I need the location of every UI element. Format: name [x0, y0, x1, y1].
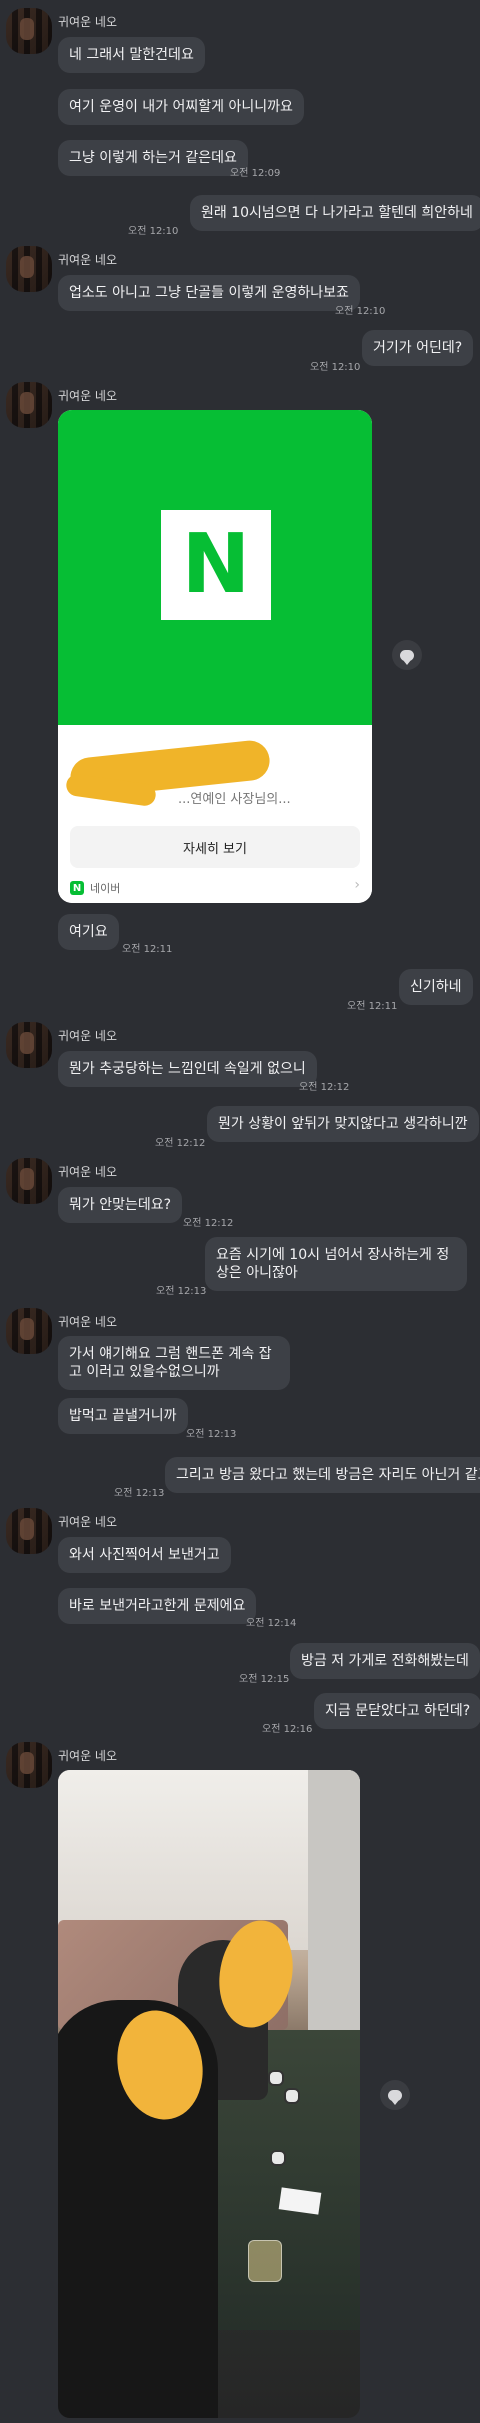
message-bubble[interactable]: 뭐가 안맞는데요? — [58, 1187, 183, 1223]
timestamp: 오전 12:10 — [310, 362, 361, 373]
naver-small-icon: N — [70, 881, 84, 895]
sender-name: 귀여운 네오 — [58, 1029, 118, 1043]
message-bubble[interactable]: 밥먹고 끝낼거니까 — [58, 1398, 188, 1434]
timestamp: 오전 12:12 — [155, 1138, 206, 1149]
photo-chip — [270, 2150, 286, 2166]
my-message-bubble[interactable]: 신기하네 — [399, 969, 473, 1005]
message-bubble[interactable]: 가서 얘기해요 그럼 핸드폰 계속 잡고 이러고 있을수없으니까 — [58, 1336, 290, 1390]
card-subtitle: ...연예인 사장님의... — [178, 792, 291, 807]
timestamp: 오전 12:11 — [122, 944, 173, 955]
message-bubble[interactable]: 와서 사진찍어서 보낸거고 — [58, 1537, 231, 1573]
contact-avatar[interactable] — [6, 1508, 52, 1554]
naver-logo-letter: N — [181, 517, 251, 612]
share-icon[interactable] — [392, 640, 422, 670]
shared-photo[interactable] — [58, 1770, 360, 2418]
sender-name: 귀여운 네오 — [58, 1165, 118, 1179]
timestamp: 오전 12:13 — [186, 1429, 237, 1440]
timestamp: 오전 12:09 — [230, 168, 281, 179]
chevron-right-icon: › — [354, 877, 360, 893]
contact-avatar[interactable] — [6, 1308, 52, 1354]
my-message-bubble[interactable]: 지금 문닫았다고 하던데? — [314, 1693, 480, 1729]
timestamp: 오전 12:16 — [262, 1724, 313, 1735]
message-bubble[interactable]: 네 그래서 말한건데요 — [58, 37, 205, 73]
sender-name: 귀여운 네오 — [58, 1749, 118, 1763]
details-button[interactable]: 자세히 보기 — [70, 826, 360, 868]
timestamp: 오전 12:14 — [246, 1618, 297, 1629]
photo-door — [308, 1770, 360, 2040]
timestamp: 오전 12:10 — [335, 306, 386, 317]
contact-avatar[interactable] — [6, 1158, 52, 1204]
contact-avatar[interactable] — [6, 8, 52, 54]
sender-name: 귀여운 네오 — [58, 15, 118, 29]
card-footer[interactable]: N 네이버 — [70, 880, 120, 896]
sender-name: 귀여운 네오 — [58, 253, 118, 267]
timestamp: 오전 12:13 — [114, 1488, 165, 1499]
timestamp: 오전 12:11 — [347, 1001, 398, 1012]
sender-name: 귀여운 네오 — [58, 1315, 118, 1329]
photo-chip — [268, 2070, 284, 2086]
share-icon[interactable] — [380, 2080, 410, 2110]
my-message-bubble[interactable]: 뭔가 상황이 앞뒤가 맞지않다고 생각하니깐 — [207, 1106, 479, 1142]
message-bubble[interactable]: 여기 운영이 내가 어찌할게 아니니까요 — [58, 89, 304, 125]
message-bubble[interactable]: 여기요 — [58, 914, 119, 950]
timestamp: 오전 12:12 — [299, 1082, 350, 1093]
contact-avatar[interactable] — [6, 1742, 52, 1788]
card-source-label: 네이버 — [90, 882, 121, 895]
photo-glass — [248, 2240, 282, 2282]
card-body: ...연예인 사장님의... 자세히 보기 N 네이버 › — [58, 725, 372, 903]
message-bubble[interactable]: 업소도 아니고 그냥 단골들 이렇게 운영하나보죠 — [58, 275, 360, 311]
timestamp: 오전 12:13 — [156, 1286, 207, 1297]
message-bubble[interactable]: 뭔가 추궁당하는 느낌인데 속일게 없으니 — [58, 1051, 317, 1087]
sender-name: 귀여운 네오 — [58, 1515, 118, 1529]
contact-avatar[interactable] — [6, 1022, 52, 1068]
photo-chip — [284, 2088, 300, 2104]
my-message-bubble[interactable]: 요즘 시기에 10시 넘어서 장사하는게 정상은 아니잖아 — [205, 1237, 467, 1291]
contact-avatar[interactable] — [6, 246, 52, 292]
contact-avatar[interactable] — [6, 382, 52, 428]
naver-link-card[interactable]: N ...연예인 사장님의... 자세히 보기 N 네이버 › — [58, 410, 372, 903]
naver-logo: N — [161, 510, 271, 620]
my-message-bubble[interactable]: 거기가 어딘데? — [362, 330, 474, 366]
message-bubble[interactable]: 그냥 이렇게 하는거 같은데요 — [58, 140, 248, 176]
my-message-bubble[interactable]: 원래 10시넘으면 다 나가라고 할텐데 희안하네 — [190, 195, 480, 231]
my-message-bubble[interactable]: 그리고 방금 왔다고 했는데 방금은 자리도 아닌거 같고 — [165, 1457, 480, 1493]
sender-name: 귀여운 네오 — [58, 389, 118, 403]
my-message-bubble[interactable]: 방금 저 가게로 전화해봤는데 — [290, 1643, 480, 1679]
card-banner: N — [58, 410, 372, 725]
timestamp: 오전 12:15 — [239, 1674, 290, 1685]
timestamp: 오전 12:12 — [183, 1218, 234, 1229]
timestamp: 오전 12:10 — [128, 226, 179, 237]
message-bubble[interactable]: 바로 보낸거라고한게 문제에요 — [58, 1588, 257, 1624]
